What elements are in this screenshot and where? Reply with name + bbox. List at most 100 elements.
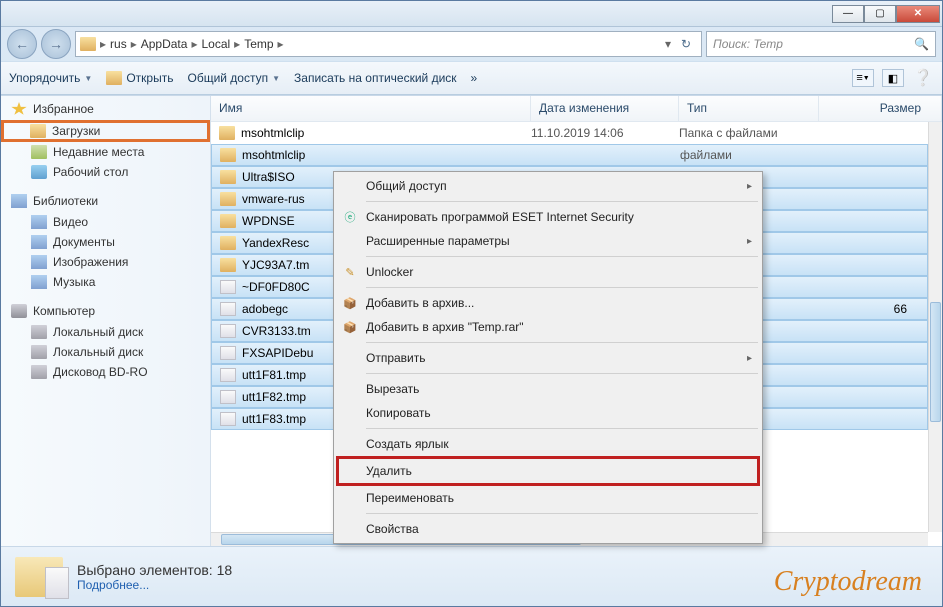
file-name: msohtmlclip	[241, 126, 304, 140]
folder-icon	[219, 126, 235, 140]
scroll-thumb[interactable]	[930, 302, 941, 422]
column-date[interactable]: Дата изменения	[531, 96, 679, 121]
status-more-link[interactable]: Подробнее...	[77, 578, 232, 592]
ctx-add-temp-rar[interactable]: 📦Добавить в архив "Temp.rar"	[336, 315, 760, 339]
file-name: CVR3133.tm	[242, 324, 311, 338]
file-row[interactable]: msohtmlclip 11.10.2019 14:06Папка с файла…	[211, 122, 928, 144]
separator	[366, 342, 758, 343]
forward-button[interactable]: →	[41, 29, 71, 59]
breadcrumb-item[interactable]: rus	[110, 37, 127, 51]
context-menu: Общий доступ▸ ⓔСканировать программой ES…	[333, 171, 763, 544]
sidebar-videos[interactable]: Видео	[1, 212, 210, 232]
chevron-down-icon: ▼	[272, 74, 280, 83]
chevron-right-icon[interactable]: ▸	[98, 37, 108, 51]
picture-icon	[31, 255, 47, 269]
computer-icon	[11, 304, 27, 318]
chevron-right-icon[interactable]: ▸	[276, 37, 286, 51]
chevron-right-icon[interactable]: ▸	[129, 37, 139, 51]
file-name: Ultra$ISO	[242, 170, 295, 184]
column-type[interactable]: Тип	[679, 96, 819, 121]
ctx-eset-scan[interactable]: ⓔСканировать программой ESET Internet Se…	[336, 205, 760, 229]
ctx-advanced[interactable]: Расширенные параметры▸	[336, 229, 760, 253]
chevron-right-icon[interactable]: ▸	[189, 37, 199, 51]
ctx-delete[interactable]: Удалить	[336, 456, 760, 486]
desktop-icon	[31, 165, 47, 179]
file-name: YandexResc	[242, 236, 309, 250]
recent-icon	[31, 145, 47, 159]
sidebar-favorites[interactable]: Избранное	[1, 98, 210, 120]
file-name: utt1F82.tmp	[242, 390, 306, 404]
star-icon	[11, 102, 27, 116]
column-size[interactable]: Размер	[819, 96, 942, 121]
vertical-scrollbar[interactable]	[928, 122, 942, 532]
file-date: 11.10.2019 14:06	[531, 126, 679, 140]
file-name: adobegc	[242, 302, 288, 316]
ctx-cut[interactable]: Вырезать	[336, 377, 760, 401]
sidebar-pictures[interactable]: Изображения	[1, 252, 210, 272]
sidebar-recent[interactable]: Недавние места	[1, 142, 210, 162]
sidebar: Избранное Загрузки Недавние места Рабочи…	[1, 96, 211, 546]
burn-button[interactable]: Записать на оптический диск	[294, 71, 457, 85]
folder-icon	[220, 236, 236, 250]
search-input[interactable]: Поиск: Temp 🔍	[706, 31, 936, 57]
sidebar-bdrom[interactable]: Дисковод BD-RO	[1, 362, 210, 382]
ctx-properties[interactable]: Свойства	[336, 517, 760, 541]
sidebar-localdisk[interactable]: Локальный диск	[1, 322, 210, 342]
view-icons-button[interactable]: ≡ ▼	[852, 69, 874, 87]
archive-icon: 📦	[342, 295, 358, 311]
file-type: файлами	[680, 148, 820, 162]
sidebar-music[interactable]: Музыка	[1, 272, 210, 292]
status-selected: Выбрано элементов: 18	[77, 562, 232, 578]
chevron-down-icon: ▼	[84, 74, 92, 83]
dropdown-icon[interactable]: ▾	[663, 37, 673, 51]
more-button[interactable]: »	[471, 71, 478, 85]
sidebar-desktop[interactable]: Рабочий стол	[1, 162, 210, 182]
breadcrumb[interactable]: ▸ rus ▸ AppData ▸ Local ▸ Temp ▸ ▾ ↻	[75, 31, 702, 57]
ctx-copy[interactable]: Копировать	[336, 401, 760, 425]
file-row[interactable]: msohtmlclipфайлами	[211, 144, 928, 166]
file-icon	[220, 324, 236, 338]
file-icon	[220, 390, 236, 404]
breadcrumb-item[interactable]: AppData	[141, 37, 188, 51]
back-button[interactable]: ←	[7, 29, 37, 59]
folder-icon	[220, 170, 236, 184]
file-size: 66	[820, 302, 927, 316]
open-button[interactable]: Открыть	[106, 71, 173, 85]
file-name: ~DF0FD80C	[242, 280, 310, 294]
column-name[interactable]: Имя	[211, 96, 531, 121]
preview-pane-button[interactable]: ◧	[882, 69, 904, 87]
sidebar-downloads[interactable]: Загрузки	[1, 120, 210, 142]
sidebar-localdisk[interactable]: Локальный диск	[1, 342, 210, 362]
help-button[interactable]: ❔	[912, 69, 934, 87]
ctx-rename[interactable]: Переименовать	[336, 486, 760, 510]
breadcrumb-item[interactable]: Local	[201, 37, 230, 51]
ctx-unlocker[interactable]: ✎Unlocker	[336, 260, 760, 284]
search-icon[interactable]: 🔍	[914, 37, 929, 51]
file-icon	[220, 368, 236, 382]
file-type: Папка с файлами	[679, 126, 819, 140]
ctx-add-archive[interactable]: 📦Добавить в архив...	[336, 291, 760, 315]
ctx-create-shortcut[interactable]: Создать ярлык	[336, 432, 760, 456]
close-button[interactable]: ✕	[896, 5, 940, 23]
minimize-button[interactable]: —	[832, 5, 864, 23]
navbar: ← → ▸ rus ▸ AppData ▸ Local ▸ Temp ▸ ▾ ↻…	[1, 27, 942, 61]
folder-icon	[220, 192, 236, 206]
disk-icon	[31, 325, 47, 339]
sidebar-computer[interactable]: Компьютер	[1, 300, 210, 322]
organize-button[interactable]: Упорядочить ▼	[9, 71, 92, 85]
breadcrumb-item[interactable]: Temp	[244, 37, 273, 51]
ctx-share[interactable]: Общий доступ▸	[336, 174, 760, 198]
file-name: utt1F83.tmp	[242, 412, 306, 426]
sidebar-documents[interactable]: Документы	[1, 232, 210, 252]
library-icon	[11, 194, 27, 208]
folder-icon	[220, 258, 236, 272]
chevron-right-icon[interactable]: ▸	[232, 37, 242, 51]
sidebar-libraries[interactable]: Библиотеки	[1, 190, 210, 212]
separator	[366, 287, 758, 288]
maximize-button[interactable]: ▢	[864, 5, 896, 23]
separator	[366, 513, 758, 514]
archive-icon: 📦	[342, 319, 358, 335]
ctx-send-to[interactable]: Отправить▸	[336, 346, 760, 370]
share-button[interactable]: Общий доступ ▼	[187, 71, 280, 85]
refresh-icon[interactable]: ↻	[675, 33, 697, 55]
